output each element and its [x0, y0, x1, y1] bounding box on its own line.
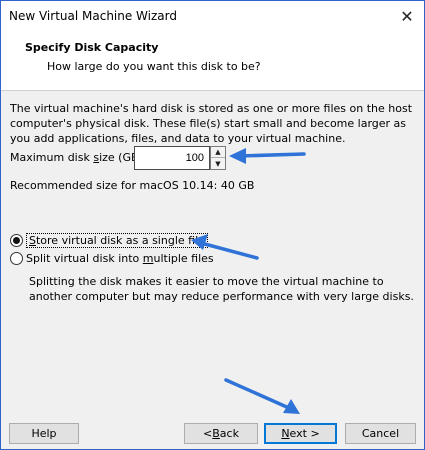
- split-multiple-files-option[interactable]: Split virtual disk into multiple files: [10, 252, 214, 265]
- radio-multiple-files[interactable]: [10, 252, 23, 265]
- help-button[interactable]: Help: [9, 423, 79, 444]
- triangle-up-icon: ▲: [215, 148, 221, 156]
- disk-size-input[interactable]: [134, 146, 210, 170]
- store-single-file-option[interactable]: Store virtual disk as a single file: [10, 233, 208, 248]
- disk-size-spinner: ▲ ▼: [210, 146, 226, 170]
- cancel-button[interactable]: Cancel: [345, 423, 416, 444]
- wizard-window: New Virtual Machine Wizard ✕ Specify Dis…: [0, 0, 425, 450]
- single-file-label[interactable]: Store virtual disk as a single file: [26, 233, 208, 248]
- spin-up-button[interactable]: ▲: [211, 147, 225, 158]
- window-title: New Virtual Machine Wizard: [9, 9, 177, 23]
- back-button[interactable]: < Back: [184, 423, 258, 444]
- multiple-files-label[interactable]: Split virtual disk into multiple files: [26, 252, 214, 265]
- radio-single-file[interactable]: [10, 234, 23, 247]
- close-button[interactable]: ✕: [390, 1, 424, 32]
- recommended-size-text: Recommended size for macOS 10.14: 40 GB: [10, 179, 255, 192]
- title-bar: New Virtual Machine Wizard ✕: [1, 1, 424, 32]
- close-icon: ✕: [400, 7, 414, 26]
- next-button[interactable]: Next >: [264, 423, 337, 444]
- triangle-down-icon: ▼: [215, 159, 221, 168]
- disk-size-label: Maximum disk size (GB):: [10, 151, 147, 164]
- spin-down-button[interactable]: ▼: [211, 158, 225, 169]
- split-description: Splitting the disk makes it easier to mo…: [29, 275, 414, 303]
- wizard-header: Specify Disk Capacity How large do you w…: [1, 32, 424, 91]
- disk-description: The virtual machine's hard disk is store…: [10, 102, 413, 145]
- page-title: Specify Disk Capacity: [25, 41, 159, 54]
- page-subtitle: How large do you want this disk to be?: [47, 60, 261, 73]
